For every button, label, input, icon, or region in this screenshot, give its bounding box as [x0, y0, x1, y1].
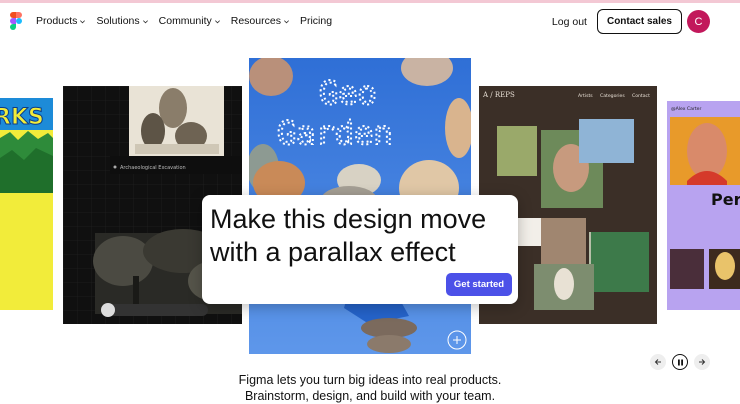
card-4-link-categories: Categories [600, 93, 625, 99]
top-navigation: Products Solutions Community Resources P… [0, 3, 740, 41]
tagline-line-1: Figma lets you turn big ideas into real … [238, 373, 502, 387]
contact-sales-button[interactable]: Contact sales [596, 9, 682, 34]
nav-actions: Log out Contact sales C [552, 9, 710, 34]
chevron-down-icon [214, 19, 220, 23]
chevron-down-icon [80, 19, 86, 23]
log-out-link[interactable]: Log out [552, 16, 587, 28]
menu-resources[interactable]: Resources [231, 15, 290, 27]
card-4-link-artists: Artists [578, 93, 593, 99]
card-1-text: RKS [0, 105, 44, 130]
prompt-line-1: Make this design move [210, 204, 487, 234]
arrow-right-icon [699, 359, 706, 365]
card-4-brand: A / REPS [482, 91, 515, 99]
chevron-down-icon [142, 19, 148, 23]
main-menu: Products Solutions Community Resources P… [36, 15, 332, 27]
menu-solutions-label: Solutions [96, 15, 140, 27]
tagline-line-2: Brainstorm, design, and build with your … [244, 389, 496, 403]
card-1-artwork: RKS [0, 98, 53, 193]
card-2-caption: Archaeological Excavation [120, 165, 186, 171]
carousel-card-5[interactable]: @Alex Carter Pers [667, 101, 740, 310]
chevron-down-icon [283, 19, 289, 23]
menu-pricing-label: Pricing [299, 15, 333, 27]
card-3-title-line1: Geo [319, 74, 377, 112]
menu-products[interactable]: Products [36, 15, 86, 27]
carousel-pause-button[interactable] [672, 354, 688, 370]
menu-pricing[interactable]: Pricing [300, 15, 332, 27]
card-5-author: @Alex Carter [671, 106, 701, 112]
figma-logo-icon[interactable] [10, 12, 22, 30]
get-started-button[interactable]: Get started [446, 273, 512, 296]
menu-community-label: Community [158, 15, 212, 27]
carousel-next-button[interactable] [694, 354, 710, 370]
card-5-artwork: @Alex Carter Pers [670, 106, 740, 289]
card-3-title-line2: Garden [277, 114, 393, 152]
hero-tagline: Figma lets you turn big ideas into real … [200, 372, 540, 404]
arrow-left-icon [654, 359, 661, 365]
prompt-line-2: with a parallax effect [210, 237, 456, 267]
avatar[interactable]: C [687, 10, 710, 33]
menu-products-label: Products [36, 15, 78, 27]
card-4-link-contact: Contact [632, 93, 650, 99]
card-5-text: Pers [711, 190, 740, 209]
menu-solutions[interactable]: Solutions [96, 15, 148, 27]
prompt-card: Make this design move with a parallax ef… [202, 195, 518, 304]
carousel-card-1[interactable]: RKS [0, 98, 53, 310]
carousel-prev-button[interactable] [650, 354, 666, 370]
prompt-text: Make this design move with a parallax ef… [210, 203, 510, 269]
menu-community[interactable]: Community [159, 15, 221, 27]
pause-icon [677, 359, 683, 365]
menu-resources-label: Resources [230, 15, 281, 27]
